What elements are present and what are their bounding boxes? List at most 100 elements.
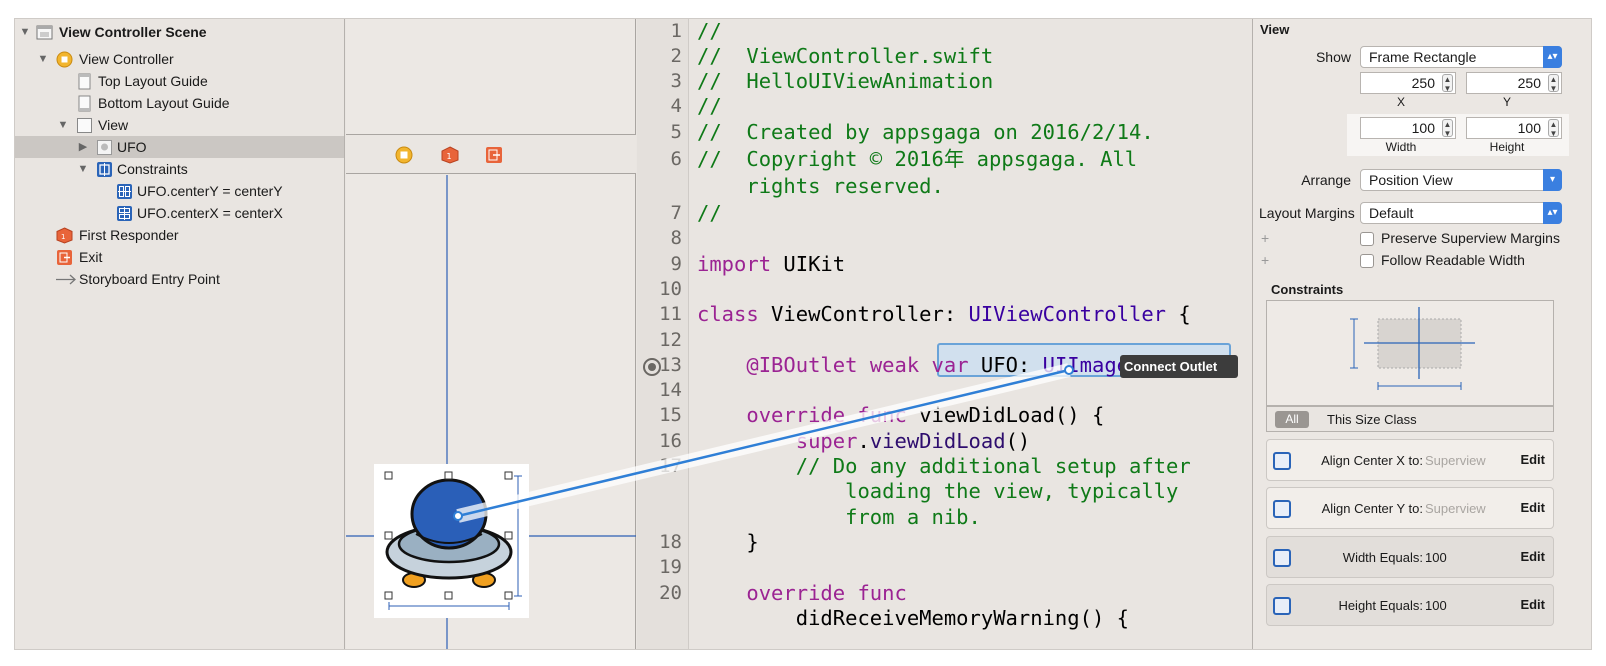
line-number: 9 bbox=[670, 253, 682, 275]
x-field[interactable]: 250 ▲ ▼ bbox=[1360, 72, 1456, 94]
height-stepper[interactable]: ▲ ▼ bbox=[1548, 119, 1559, 138]
outline-item-constraints[interactable]: ▼ Constraints bbox=[15, 158, 344, 180]
outline-item-view[interactable]: ▼ View bbox=[15, 114, 344, 136]
height-value: 100 bbox=[1517, 120, 1541, 136]
preserve-margins-checkbox[interactable] bbox=[1360, 232, 1374, 246]
constraint-icon bbox=[117, 206, 132, 221]
height-field[interactable]: 100 ▲ ▼ bbox=[1466, 117, 1562, 139]
line-number: 11 bbox=[659, 303, 682, 325]
code-line: loading the view, typically bbox=[697, 479, 1179, 503]
outline-item-exit[interactable]: Exit bbox=[15, 246, 344, 268]
outline-item-ufo[interactable]: ▶ UFO bbox=[15, 136, 344, 158]
constraint-value: Superview bbox=[1425, 453, 1486, 468]
line-number: 3 bbox=[670, 70, 682, 92]
outline-item-label: UFO.centerY = centerY bbox=[137, 183, 283, 199]
edit-button[interactable]: Edit bbox=[1520, 549, 1545, 564]
line-number: 16 bbox=[659, 430, 682, 452]
width-label: Width bbox=[1385, 140, 1417, 154]
line-number: 10 bbox=[659, 278, 682, 300]
width-constraint-icon bbox=[1273, 549, 1291, 567]
first-responder-icon: 1 bbox=[56, 227, 73, 244]
outline-item-label: UFO.centerX = centerX bbox=[137, 205, 283, 221]
code-line: super.viewDidLoad() bbox=[795, 429, 1031, 453]
constraint-row-center-y[interactable]: Align Center Y to: Superview Edit bbox=[1266, 487, 1554, 529]
exit-icon bbox=[57, 250, 72, 265]
line-number: 1 bbox=[670, 20, 682, 42]
readable-width-checkbox[interactable] bbox=[1360, 254, 1374, 268]
this-size-class-label[interactable]: This Size Class bbox=[1327, 412, 1417, 427]
x-stepper[interactable]: ▲ ▼ bbox=[1442, 74, 1453, 93]
disclosure-triangle-down-icon[interactable]: ▼ bbox=[77, 163, 89, 175]
code-line: import UIKit bbox=[697, 252, 846, 276]
code-line: } bbox=[697, 530, 759, 554]
constraints-section-title: Constraints bbox=[1271, 282, 1344, 297]
outline-item-label: View Controller bbox=[79, 51, 174, 67]
constraints-diagram bbox=[1266, 300, 1554, 406]
assistant-code-editor[interactable]: 1 2 3 4 5 6 7 8 9 10 11 12 13 14 15 16 1… bbox=[637, 19, 1251, 649]
outlet-connection-circle-icon[interactable] bbox=[643, 358, 661, 376]
disclosure-triangle-down-icon[interactable]: ▼ bbox=[57, 119, 69, 131]
constraint-label: Width Equals: bbox=[1342, 550, 1423, 565]
selection-handles[interactable] bbox=[374, 464, 529, 618]
line-number: 5 bbox=[670, 121, 682, 143]
outline-item-top-layout-guide[interactable]: Top Layout Guide bbox=[15, 70, 344, 92]
layout-margins-popup[interactable]: Default ▴▾ bbox=[1360, 202, 1562, 224]
arrow-right-icon bbox=[56, 274, 76, 285]
plus-icon[interactable]: + bbox=[1261, 230, 1269, 246]
y-field[interactable]: 250 ▲ ▼ bbox=[1466, 72, 1562, 94]
constraint-row-width[interactable]: Width Equals: 100 Edit bbox=[1266, 536, 1554, 578]
outline-item-first-responder[interactable]: 1 First Responder bbox=[15, 224, 344, 246]
layout-margins-value: Default bbox=[1369, 205, 1414, 221]
connect-outlet-tooltip: Connect Outlet bbox=[1120, 355, 1238, 378]
code-line: // Do any additional setup after bbox=[697, 454, 1191, 478]
line-number: 18 bbox=[659, 531, 682, 553]
outline-item-constraint-center-y[interactable]: UFO.centerY = centerY bbox=[15, 180, 344, 202]
outline-item-label: Top Layout Guide bbox=[98, 73, 208, 89]
readable-width-label: Follow Readable Width bbox=[1381, 252, 1525, 268]
code-line: from a nib. bbox=[697, 505, 981, 529]
line-number: 20 bbox=[659, 582, 682, 604]
code-line: class ViewController: UIViewController { bbox=[697, 302, 1191, 326]
disclosure-triangle-right-icon[interactable]: ▶ bbox=[77, 141, 89, 153]
constraint-row-height[interactable]: Height Equals: 100 Edit bbox=[1266, 584, 1554, 626]
outline-item-storyboard-entry-point[interactable]: Storyboard Entry Point bbox=[15, 268, 344, 290]
constraints-icon bbox=[97, 162, 112, 177]
code-line: // Copyright © 2016年 appsgaga. All bbox=[697, 147, 1138, 171]
outline-item-label: View bbox=[98, 117, 129, 133]
code-line: // HelloUIViewAnimation bbox=[697, 69, 994, 93]
outline-item-bottom-layout-guide[interactable]: Bottom Layout Guide bbox=[15, 92, 344, 114]
edit-button[interactable]: Edit bbox=[1520, 500, 1545, 515]
show-popup[interactable]: Frame Rectangle ▴▾ bbox=[1360, 46, 1562, 68]
align-center-x-icon bbox=[1273, 452, 1291, 470]
y-stepper[interactable]: ▲ ▼ bbox=[1548, 74, 1559, 93]
constraint-value: Superview bbox=[1425, 501, 1486, 516]
storyboard-canvas[interactable]: 1 bbox=[346, 19, 636, 649]
ufo-image-view[interactable] bbox=[374, 464, 529, 618]
disclosure-triangle-down-icon[interactable]: ▼ bbox=[37, 53, 49, 65]
constraint-row-center-x[interactable]: Align Center X to: Superview Edit bbox=[1266, 439, 1554, 481]
edit-button[interactable]: Edit bbox=[1520, 452, 1545, 467]
layout-guide-icon bbox=[78, 73, 91, 90]
layout-guide-icon bbox=[78, 95, 91, 112]
popup-arrows-icon: ▴▾ bbox=[1543, 202, 1562, 224]
outline-item-scene[interactable]: ▼ View Controller Scene bbox=[15, 21, 344, 43]
line-number: 7 bbox=[670, 202, 682, 224]
edit-button[interactable]: Edit bbox=[1520, 597, 1545, 612]
y-value: 250 bbox=[1517, 75, 1541, 91]
outline-item-view-controller[interactable]: ▼ View Controller bbox=[15, 48, 344, 70]
code-line: // ViewController.swift bbox=[697, 44, 994, 68]
width-stepper[interactable]: ▲ ▼ bbox=[1442, 119, 1453, 138]
outline-item-constraint-center-x[interactable]: UFO.centerX = centerX bbox=[15, 202, 344, 224]
code-line: rights reserved. bbox=[697, 174, 944, 198]
preserve-margins-label: Preserve Superview Margins bbox=[1381, 230, 1560, 246]
arrange-popup[interactable]: Position View ▾ bbox=[1360, 169, 1562, 191]
width-field[interactable]: 100 ▲ ▼ bbox=[1360, 117, 1456, 139]
xcode-window: ▼ View Controller Scene ▼ View Controlle… bbox=[14, 18, 1592, 650]
width-value: 100 bbox=[1411, 120, 1435, 136]
code-line: // Created by appsgaga on 2016/2/14. bbox=[697, 120, 1154, 144]
all-size-classes-button[interactable]: All bbox=[1275, 411, 1309, 428]
line-number: 12 bbox=[659, 329, 682, 351]
height-constraint-icon bbox=[1273, 597, 1291, 615]
plus-icon[interactable]: + bbox=[1261, 252, 1269, 268]
disclosure-triangle-down-icon[interactable]: ▼ bbox=[19, 26, 31, 38]
